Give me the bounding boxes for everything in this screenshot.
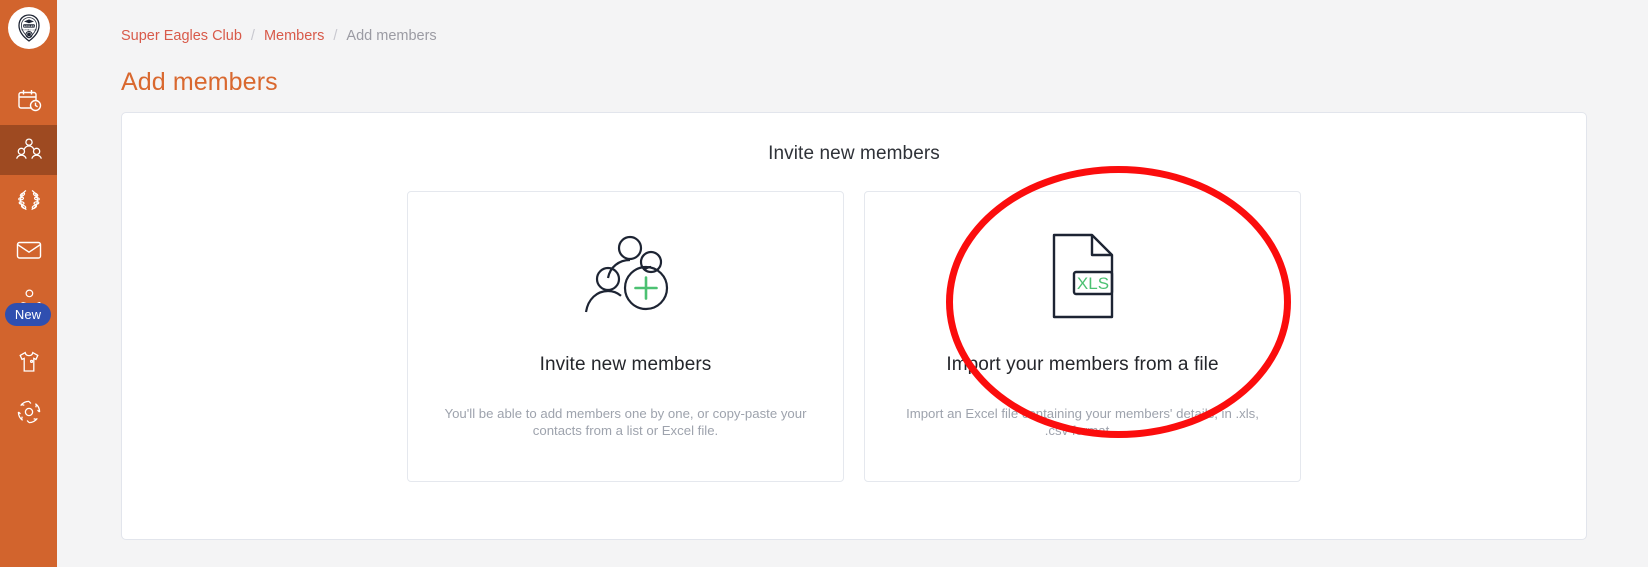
breadcrumb-club[interactable]: Super Eagles Club [121, 28, 242, 44]
sidebar-item-events[interactable] [0, 75, 57, 125]
laurel-wreath-icon [15, 187, 43, 213]
card-description: Import an Excel file containing your mem… [906, 406, 1259, 438]
sidebar-item-messages[interactable] [0, 225, 57, 275]
gear-icon [16, 399, 42, 425]
breadcrumb-current: Add members [346, 28, 437, 44]
sidebar-item-shop[interactable] [0, 337, 57, 387]
sidebar: EAGLES FOOTBALL CLUB New [0, 0, 57, 567]
breadcrumb: Super Eagles Club / Members / Add member… [121, 28, 437, 44]
members-icon [15, 137, 43, 163]
breadcrumb-separator-2: / [333, 28, 338, 44]
options-card-group: Invite new members You'll be able to add… [122, 191, 1586, 482]
invite-new-members-card[interactable]: Invite new members You'll be able to add… [407, 191, 844, 482]
card-title: Invite new members [539, 354, 712, 375]
import-members-from-file-card[interactable]: XLS Import your members from a file Impo… [864, 191, 1301, 482]
breadcrumb-members[interactable]: Members [264, 28, 324, 44]
club-logo-emblem: EAGLES FOOTBALL CLUB [17, 14, 40, 42]
main-content: Super Eagles Club / Members / Add member… [57, 0, 1648, 567]
calendar-clock-icon [16, 87, 42, 113]
add-members-panel: Invite new members Invite new members Yo… [121, 112, 1587, 540]
breadcrumb-separator-1: / [250, 28, 255, 44]
app-root: EAGLES FOOTBALL CLUB New Super Eagles Cl… [0, 0, 1648, 567]
mail-icon [15, 238, 43, 262]
panel-heading: Invite new members [768, 143, 940, 164]
svg-text:FOOTBALL CLUB: FOOTBALL CLUB [21, 28, 37, 31]
card-description: You'll be able to add members one by one… [444, 406, 807, 438]
sidebar-item-settings[interactable] [0, 387, 57, 437]
xls-icon-label: XLS [1076, 274, 1108, 293]
club-logo[interactable]: EAGLES FOOTBALL CLUB [7, 7, 50, 49]
sidebar-item-competitions[interactable] [0, 175, 57, 225]
card-title: Import your members from a file [946, 354, 1219, 375]
svg-text:EAGLES: EAGLES [23, 24, 34, 28]
sidebar-item-members[interactable] [0, 125, 57, 175]
sidebar-new-badge: New [5, 303, 51, 326]
xls-file-icon: XLS [1048, 216, 1118, 336]
people-add-icon [578, 216, 674, 336]
tshirt-icon [16, 349, 42, 375]
page-title: Add members [121, 68, 278, 96]
